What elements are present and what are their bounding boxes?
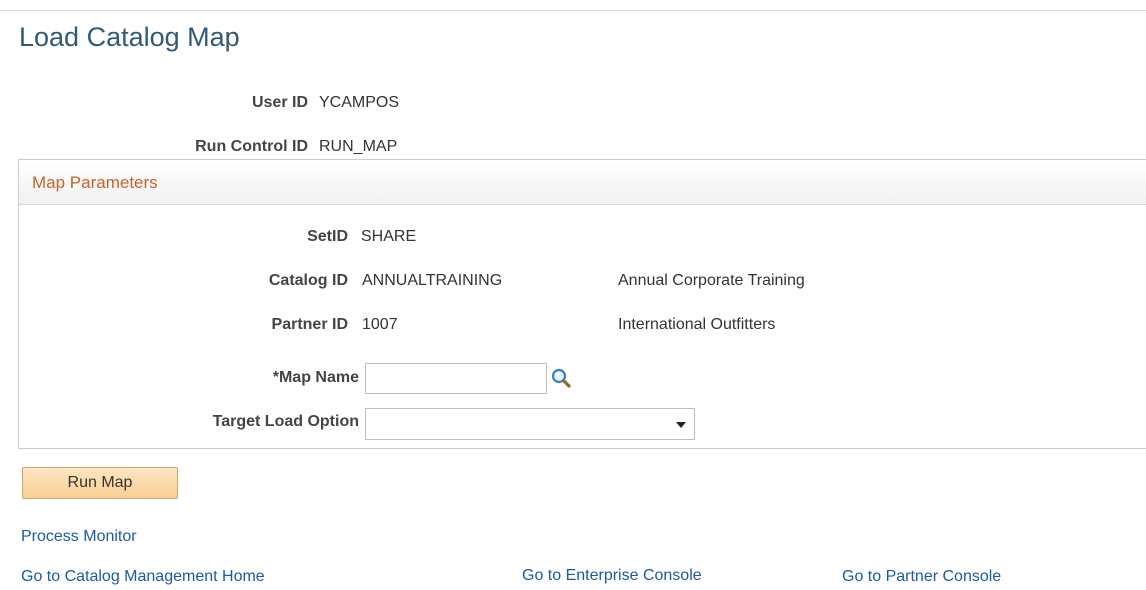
- setid-value: SHARE: [361, 228, 417, 245]
- target-load-option-label: Target Load Option: [212, 413, 359, 430]
- map-name-label: *Map Name: [272, 369, 359, 386]
- top-divider: [0, 10, 1146, 11]
- user-id-value: YCAMPOS: [319, 94, 400, 111]
- run-map-button[interactable]: Run Map: [22, 467, 178, 499]
- map-name-input[interactable]: [365, 363, 547, 394]
- catalog-description: Annual Corporate Training: [618, 272, 805, 289]
- catalog-management-home-link[interactable]: Go to Catalog Management Home: [21, 568, 265, 586]
- map-parameters-group: Map Parameters: [18, 159, 1146, 449]
- map-parameters-header: Map Parameters: [19, 160, 1146, 205]
- page-title: Load Catalog Map: [19, 22, 240, 52]
- catalog-id-value: ANNUALTRAINING: [362, 272, 503, 289]
- partner-id-value: 1007: [362, 316, 398, 333]
- partner-console-link[interactable]: Go to Partner Console: [842, 568, 1001, 586]
- magnifying-glass-icon[interactable]: [550, 367, 572, 389]
- map-parameters-title: Map Parameters: [32, 173, 158, 192]
- partner-description: International Outfitters: [618, 316, 776, 333]
- setid-label: SetID: [307, 228, 348, 245]
- partner-id-label: Partner ID: [271, 316, 348, 333]
- user-id-label: User ID: [251, 94, 308, 111]
- run-control-id-label: Run Control ID: [195, 138, 308, 155]
- enterprise-console-link[interactable]: Go to Enterprise Console: [522, 567, 702, 585]
- catalog-id-label: Catalog ID: [268, 272, 348, 289]
- target-load-option-select[interactable]: [365, 408, 695, 440]
- run-control-id-value: RUN_MAP: [319, 138, 398, 155]
- process-monitor-link[interactable]: Process Monitor: [21, 528, 137, 546]
- chevron-down-icon: [676, 422, 686, 428]
